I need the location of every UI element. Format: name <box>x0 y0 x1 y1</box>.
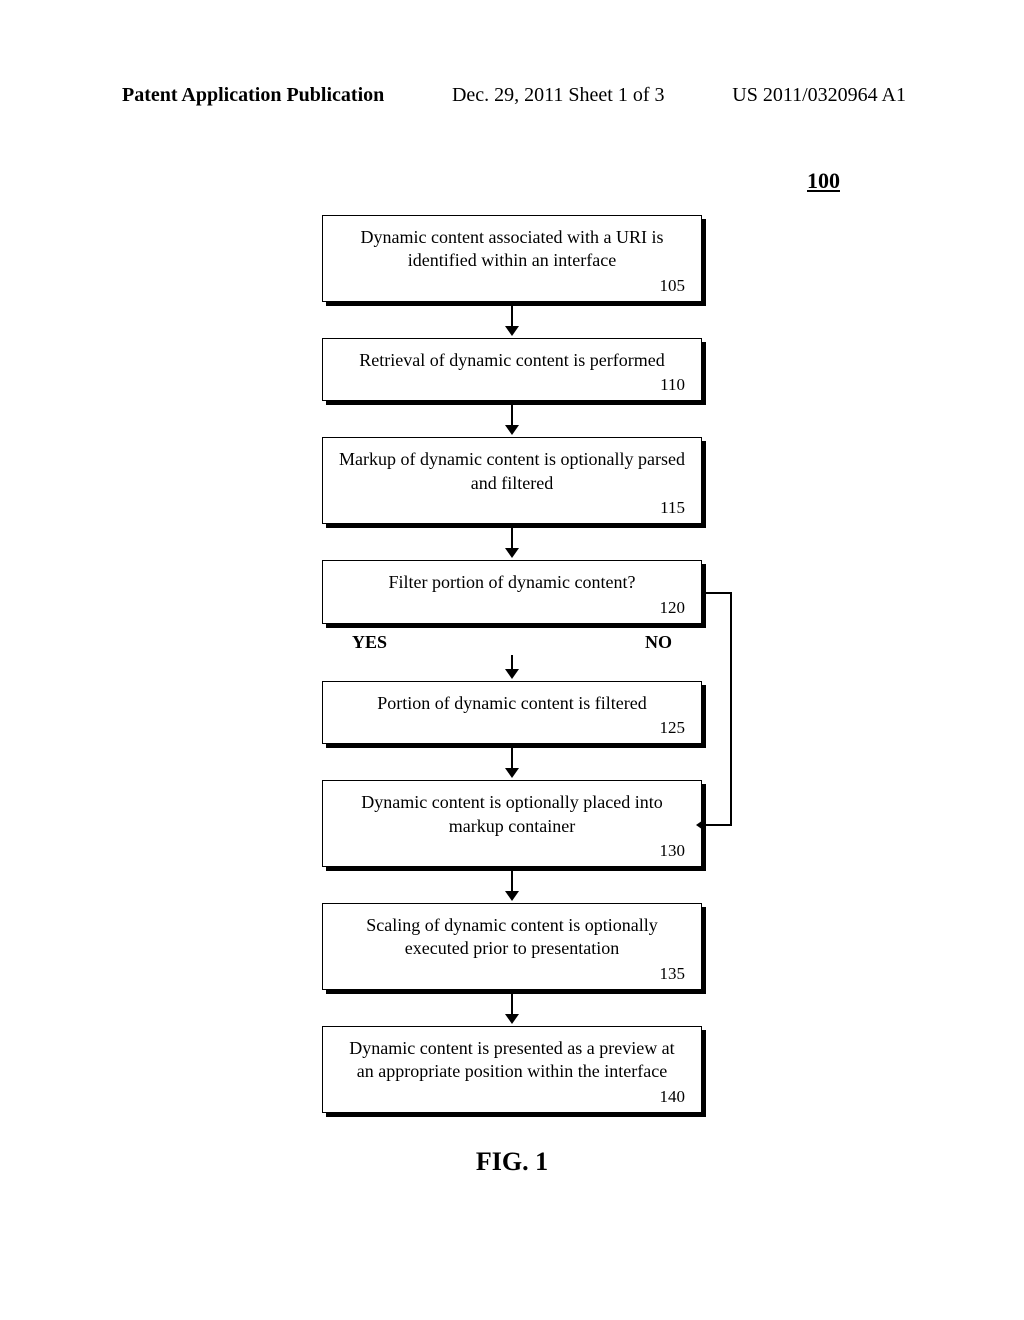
flow-step-text: Retrieval of dynamic content is performe… <box>359 350 664 370</box>
flow-step-130: Dynamic content is optionally placed int… <box>322 780 702 867</box>
flowchart: Dynamic content associated with a URI is… <box>0 215 1024 1113</box>
flow-step-105: Dynamic content associated with a URI is… <box>322 215 702 302</box>
header-right: US 2011/0320964 A1 <box>732 84 906 107</box>
flow-step-number: 140 <box>339 1086 685 1108</box>
arrow-down-icon <box>505 869 519 901</box>
figure-caption: FIG. 1 <box>0 1147 1024 1177</box>
arrow-down-icon <box>505 403 519 435</box>
flow-step-text: Scaling of dynamic content is optionally… <box>366 915 657 958</box>
arrow-down-icon <box>505 304 519 336</box>
decision-labels: YES NO <box>322 632 702 653</box>
flow-step-text: Portion of dynamic content is filtered <box>377 693 646 713</box>
header-left: Patent Application Publication <box>122 84 384 107</box>
flow-step-number: 130 <box>339 840 685 862</box>
flow-step-text: Filter portion of dynamic content? <box>389 572 636 592</box>
header-center: Dec. 29, 2011 Sheet 1 of 3 <box>452 84 665 107</box>
flow-step-140: Dynamic content is presented as a previe… <box>322 1026 702 1113</box>
flow-step-number: 110 <box>339 374 685 396</box>
flow-step-110: Retrieval of dynamic content is performe… <box>322 338 702 401</box>
arrow-down-icon <box>505 746 519 778</box>
arrow-down-icon <box>505 526 519 558</box>
arrow-down-icon <box>505 655 519 679</box>
flow-decision-120: Filter portion of dynamic content? 120 <box>322 560 702 623</box>
flow-step-number: 125 <box>339 717 685 739</box>
flow-step-text: Markup of dynamic content is optionally … <box>339 449 685 492</box>
decision-no-label: NO <box>645 632 672 653</box>
figure-reference-number: 100 <box>807 168 840 194</box>
flow-step-125: Portion of dynamic content is filtered 1… <box>322 681 702 744</box>
flow-step-text: Dynamic content is optionally placed int… <box>361 792 662 835</box>
flow-step-number: 105 <box>339 275 685 297</box>
flow-step-text: Dynamic content is presented as a previe… <box>349 1038 674 1081</box>
flow-step-number: 135 <box>339 963 685 985</box>
flow-step-number: 120 <box>339 597 685 619</box>
decision-yes-label: YES <box>352 632 387 653</box>
flow-step-115: Markup of dynamic content is optionally … <box>322 437 702 524</box>
page-header: Patent Application Publication Dec. 29, … <box>0 84 1024 107</box>
flow-step-135: Scaling of dynamic content is optionally… <box>322 903 702 990</box>
arrow-down-icon <box>505 992 519 1024</box>
flow-step-number: 115 <box>339 497 685 519</box>
flow-step-text: Dynamic content associated with a URI is… <box>361 227 664 270</box>
